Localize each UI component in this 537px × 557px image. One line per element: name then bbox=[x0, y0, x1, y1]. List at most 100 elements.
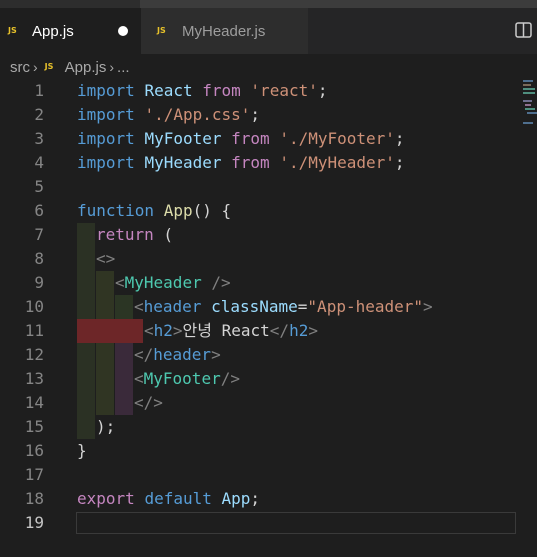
code-token: h2 bbox=[289, 321, 309, 340]
split-editor-icon[interactable] bbox=[513, 19, 535, 41]
breadcrumb-file[interactable]: App.js bbox=[65, 59, 107, 76]
code-token: ; bbox=[394, 153, 405, 172]
code-line[interactable]: 7 return ( bbox=[0, 223, 537, 247]
code-token: App bbox=[163, 201, 193, 220]
code-token: = bbox=[297, 297, 308, 316]
code-token: <> bbox=[96, 249, 116, 268]
code-line[interactable]: 4 import MyHeader from './MyHeader'; bbox=[0, 151, 537, 175]
unsaved-changes-dot-icon[interactable] bbox=[118, 26, 128, 36]
code-token: from bbox=[202, 81, 241, 100]
code-token: /> bbox=[201, 273, 231, 292]
code-line[interactable]: 1 import React from 'react'; bbox=[0, 79, 537, 103]
code-token: function bbox=[77, 201, 155, 220]
indent-guide bbox=[115, 391, 133, 415]
indent-guide bbox=[77, 295, 95, 319]
tab-label: MyHeader.js bbox=[182, 22, 266, 40]
code-line[interactable]: 13 <MyFooter/> bbox=[0, 367, 537, 391]
line-number: 13 bbox=[24, 369, 44, 388]
indent-guide bbox=[115, 295, 133, 319]
code-line[interactable]: 8 <> bbox=[0, 247, 537, 271]
line-number: 18 bbox=[24, 489, 44, 508]
code-text: </> bbox=[134, 391, 163, 415]
code-line[interactable]: 16} bbox=[0, 439, 537, 463]
tab-myheader-js[interactable]: JS MyHeader.js bbox=[141, 8, 308, 54]
indent-guide bbox=[77, 247, 95, 271]
code-token: 'react' bbox=[250, 81, 318, 100]
code-token: MyFooter bbox=[143, 369, 221, 388]
code-token: () { bbox=[192, 201, 232, 220]
code-token: className bbox=[211, 297, 298, 316]
code-line[interactable]: 12 </header> bbox=[0, 343, 537, 367]
code-token: </ bbox=[134, 345, 154, 364]
tab-bar: JS App.js JS MyHeader.js bbox=[0, 8, 537, 54]
chevron-right-icon: › bbox=[33, 59, 38, 75]
title-bar-region bbox=[140, 0, 537, 8]
code-line[interactable]: 15); bbox=[0, 415, 537, 439]
line-number: 14 bbox=[24, 393, 44, 412]
code-token: import bbox=[77, 153, 135, 172]
indent-guide bbox=[115, 343, 133, 367]
code-line[interactable]: 19 bbox=[0, 511, 537, 535]
tab-app-js[interactable]: JS App.js bbox=[0, 8, 141, 54]
code-token: MyHeader bbox=[124, 273, 202, 292]
code-token: < bbox=[115, 273, 125, 292]
code-text: <> bbox=[96, 247, 115, 271]
code-text: <h2>안녕 React</h2> bbox=[144, 319, 318, 343]
line-number: 1 bbox=[34, 81, 44, 100]
code-token: MyHeader bbox=[144, 153, 222, 172]
code-token: import bbox=[77, 129, 135, 148]
code-token: default bbox=[144, 489, 212, 508]
indent-guide bbox=[115, 367, 133, 391]
line-number: 10 bbox=[24, 297, 44, 316]
breadcrumb-symbols[interactable]: ... bbox=[117, 59, 130, 76]
code-line[interactable]: 9 <MyHeader /> bbox=[0, 271, 537, 295]
code-token: 안녕 React bbox=[182, 321, 270, 340]
indent-guide bbox=[77, 367, 95, 391]
code-line[interactable]: 10 <header className="App-header"> bbox=[0, 295, 537, 319]
code-token: ; bbox=[250, 105, 261, 124]
line-number: 9 bbox=[34, 273, 44, 292]
code-line[interactable]: 5 bbox=[0, 175, 537, 199]
code-token: < bbox=[134, 369, 144, 388]
code-line[interactable]: 11 <h2>안녕 React</h2> bbox=[0, 319, 537, 343]
indent-guide bbox=[96, 343, 114, 367]
code-text: </header> bbox=[134, 343, 221, 367]
code-token: from bbox=[231, 153, 270, 172]
code-token: h2 bbox=[153, 321, 173, 340]
line-number: 3 bbox=[34, 129, 44, 148]
code-text: ); bbox=[96, 415, 115, 439]
code-token: /> bbox=[220, 369, 240, 388]
code-token: > bbox=[423, 297, 433, 316]
code-token: "App-header" bbox=[307, 297, 424, 316]
breadcrumb-folder[interactable]: src bbox=[10, 59, 30, 76]
code-token: > bbox=[211, 345, 221, 364]
code-text: <header className="App-header"> bbox=[134, 295, 433, 319]
line-number: 17 bbox=[24, 465, 44, 484]
code-text: <MyFooter/> bbox=[134, 367, 240, 391]
code-line[interactable]: 14 </> bbox=[0, 391, 537, 415]
line-number: 15 bbox=[24, 417, 44, 436]
javascript-file-icon: JS bbox=[157, 26, 166, 35]
code-text: function App() { bbox=[77, 199, 231, 223]
code-token: ; bbox=[250, 489, 261, 508]
indent-guide bbox=[77, 343, 95, 367]
code-token: < bbox=[134, 297, 144, 316]
code-line[interactable]: 2 import './App.css'; bbox=[0, 103, 537, 127]
code-token: ( bbox=[153, 225, 174, 244]
code-line[interactable]: 6 function App() { bbox=[0, 199, 537, 223]
code-line[interactable]: 3 import MyFooter from './MyFooter'; bbox=[0, 127, 537, 151]
code-token: < bbox=[144, 321, 154, 340]
code-token: > bbox=[172, 321, 183, 340]
breadcrumb: src › JS App.js › ... bbox=[0, 54, 537, 80]
code-token: </> bbox=[134, 393, 163, 412]
javascript-file-icon: JS bbox=[44, 62, 54, 71]
code-line[interactable]: 18 export default App; bbox=[0, 487, 537, 511]
code-line[interactable]: 17 bbox=[0, 463, 537, 487]
tab-label: App.js bbox=[32, 22, 74, 40]
indent-guide bbox=[96, 271, 114, 295]
